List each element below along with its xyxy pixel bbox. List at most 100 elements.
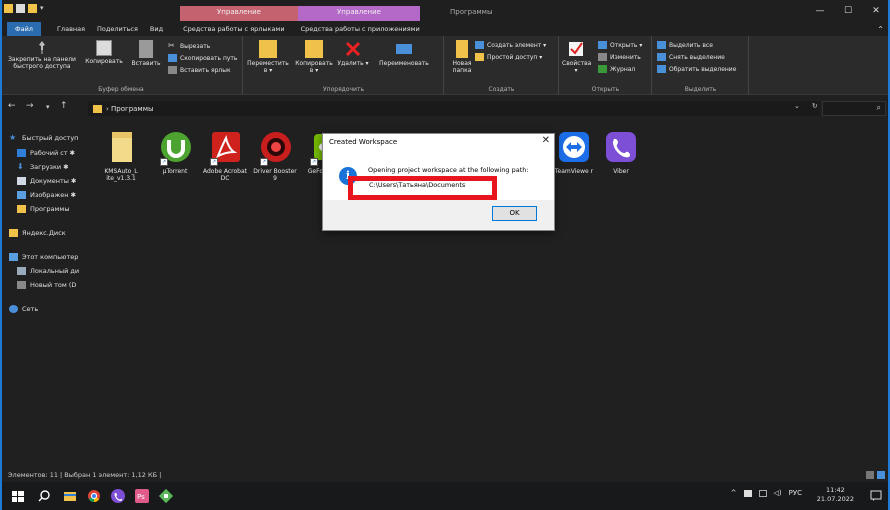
network-icon [9, 305, 18, 313]
search-icon[interactable] [36, 488, 52, 504]
context-tab-app-tools[interactable]: Управление [298, 6, 420, 21]
details-view-icon[interactable] [866, 471, 874, 479]
recent-locations-button[interactable]: ▾ [46, 103, 50, 111]
group-label-open: Открыть [591, 86, 620, 93]
nav-downloads[interactable]: ⬇ Загрузки ✱ [0, 160, 92, 174]
nav-quick-access[interactable]: ★ Быстрый доступ [0, 130, 92, 146]
pin-button[interactable]: Закрепить на панели быстрого доступа [4, 40, 80, 70]
photoshop-icon[interactable]: Ps [134, 488, 150, 504]
tab-app-tools[interactable]: Средства работы с приложениями [295, 22, 426, 36]
properties-icon[interactable] [16, 4, 25, 13]
file-item-driver-booster[interactable]: ↗ Driver Booster 9 [252, 130, 298, 182]
folder-icon[interactable] [4, 4, 13, 13]
file-item-utorrent[interactable]: ↗ µTorrent [152, 130, 198, 175]
minimize-button[interactable]: — [806, 0, 834, 22]
tab-file[interactable]: Файл [7, 22, 41, 36]
nav-documents[interactable]: Документы ✱ [0, 174, 92, 188]
move-folder-icon [259, 40, 277, 58]
rename-button[interactable]: Переименовать [372, 40, 436, 67]
drive-icon [17, 267, 26, 275]
address-path-text: › Программы [106, 104, 154, 113]
nav-network[interactable]: Сеть [0, 302, 92, 316]
tab-share[interactable]: Поделиться [91, 22, 144, 36]
chrome-icon[interactable] [86, 488, 102, 504]
select-all-icon [657, 41, 666, 49]
file-item-viber[interactable]: Viber [598, 130, 644, 175]
new-item-button[interactable]: Создать элемент ▾ [475, 41, 546, 49]
nav-this-pc[interactable]: Этот компьютер [0, 250, 92, 264]
ok-button[interactable]: OK [492, 206, 537, 221]
easy-access-button[interactable]: Простой доступ ▾ [475, 53, 542, 61]
invert-selection-button[interactable]: Обратить выделение [657, 65, 736, 73]
file-item-acrobat[interactable]: ↗ Adobe Acrobat DC [202, 130, 248, 182]
nav-new-volume[interactable]: Новый том (D [0, 278, 92, 292]
file-item-kmsauto[interactable]: KMSAuto_L ite_v1.3.1 [98, 130, 144, 182]
copy-to-button[interactable]: Копировать в ▾ [294, 40, 334, 74]
group-select: Выделить все Снять выделение Обратить вы… [653, 36, 749, 95]
window-controls: — ☐ ✕ [806, 0, 890, 22]
search-input[interactable]: ⌕ [822, 101, 886, 116]
select-none-button[interactable]: Снять выделение [657, 53, 725, 61]
address-path[interactable]: › Программы [88, 101, 820, 116]
wifi-tray-icon[interactable] [758, 489, 767, 497]
cut-button[interactable]: ✂ Вырезать [168, 42, 210, 50]
qat-dropdown-icon[interactable]: ▾ [40, 4, 44, 13]
volume-tray-icon[interactable]: ◁) [774, 489, 782, 497]
tab-shortcut-tools[interactable]: Средства работы с ярлыками [177, 22, 290, 36]
file-item-teamviewer[interactable]: TeamViewe r [551, 130, 597, 175]
new-folder-button[interactable]: Новая папка [447, 40, 477, 74]
file-explorer-taskbar-icon[interactable] [62, 488, 78, 504]
windows-start-icon[interactable] [10, 488, 26, 504]
app-diamond-icon[interactable] [158, 488, 174, 504]
properties-check-icon [567, 40, 585, 58]
paste-button[interactable]: Вставить [128, 40, 164, 67]
group-label-select: Выделить [684, 86, 717, 93]
shortcut-arrow-icon: ↗ [210, 158, 218, 166]
group-label-create: Создать [488, 86, 515, 93]
up-button[interactable]: ↑ [60, 101, 68, 111]
large-icons-view-icon[interactable] [877, 471, 885, 479]
ribbon-collapse-icon[interactable]: ⌃ [877, 25, 884, 34]
notifications-icon[interactable] [870, 490, 882, 502]
utorrent-icon: ↗ [158, 130, 192, 166]
dialog-close-button[interactable]: ✕ [542, 135, 550, 146]
new-folder-icon[interactable] [28, 4, 37, 13]
open-button[interactable]: Открыть ▾ [598, 41, 642, 49]
shortcut-arrow-icon: ↗ [160, 158, 168, 166]
maximize-button[interactable]: ☐ [834, 0, 862, 22]
open-icon [598, 41, 607, 49]
viber-taskbar-icon[interactable] [110, 488, 126, 504]
nav-local-disk[interactable]: Локальный ди [0, 264, 92, 278]
language-indicator[interactable]: РУС [789, 489, 802, 497]
nav-programs[interactable]: Программы [0, 202, 92, 216]
network-tray-icon[interactable] [743, 489, 752, 497]
move-to-button[interactable]: Переместить в ▾ [246, 40, 290, 74]
path-highlight-box [348, 176, 497, 200]
properties-button[interactable]: Свойства ▾ [562, 40, 591, 74]
nav-yandex-disk[interactable]: Яндекс.Диск [0, 226, 92, 240]
scissors-icon: ✂ [168, 41, 175, 50]
forward-button[interactable]: → [26, 101, 34, 111]
address-dropdown-button[interactable]: ⌄ [794, 102, 800, 110]
history-button[interactable]: Журнал [598, 65, 635, 73]
nav-desktop[interactable]: Рабочий ст ✱ [0, 146, 92, 160]
status-text: Элементов: 11 | Выбран 1 элемент: 1,12 К… [8, 471, 162, 479]
back-button[interactable]: ← [8, 101, 16, 111]
title-bar: ▾ Управление Управление Программы — ☐ ✕ [0, 0, 890, 22]
tab-view[interactable]: Вид [144, 22, 169, 36]
copy-button[interactable]: Копировать [84, 40, 124, 65]
select-all-button[interactable]: Выделить все [657, 41, 713, 49]
copy-path-button[interactable]: Скопировать путь [168, 54, 237, 62]
shortcut-arrow-icon: ↗ [260, 158, 268, 166]
paste-shortcut-button[interactable]: Вставить ярлык [168, 66, 231, 74]
tray-expand-icon[interactable]: ^ [731, 489, 737, 497]
clock[interactable]: 11:42 21.07.2022 [817, 486, 854, 504]
context-tab-shortcut-tools[interactable]: Управление [180, 6, 298, 21]
close-button[interactable]: ✕ [862, 0, 890, 22]
group-open: Свойства ▾ Открыть ▾ Изменить Журнал Отк… [560, 36, 652, 95]
nav-pictures[interactable]: Изображен ✱ [0, 188, 92, 202]
tab-home[interactable]: Главная [51, 22, 91, 36]
edit-button[interactable]: Изменить [598, 53, 641, 61]
delete-button[interactable]: Удалить ▾ [336, 40, 370, 67]
refresh-button[interactable]: ↻ [812, 102, 818, 110]
